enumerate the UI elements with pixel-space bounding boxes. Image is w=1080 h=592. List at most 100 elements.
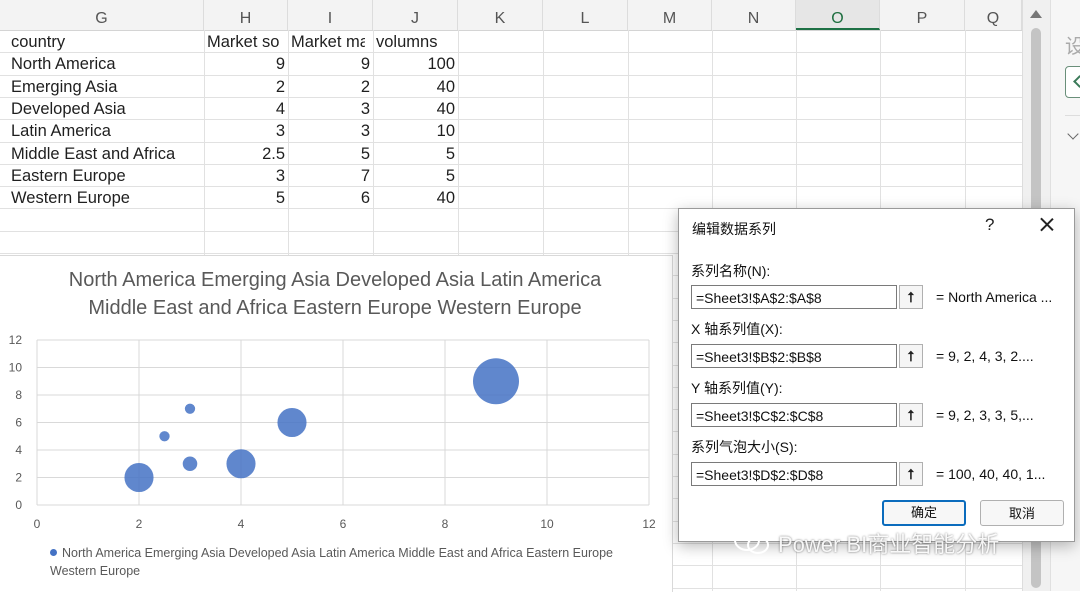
column-header-p[interactable]: P <box>880 0 965 30</box>
y-tick-label: 12 <box>9 333 23 347</box>
table-cell[interactable]: 2 <box>288 76 370 98</box>
table-cell[interactable]: 40 <box>373 187 455 209</box>
bubble-point <box>226 449 256 479</box>
column-header-l[interactable]: L <box>543 0 628 30</box>
x-tick-label: 2 <box>136 517 143 531</box>
y-values-input[interactable]: =Sheet3!$C$2:$C$8 <box>691 403 897 427</box>
table-cell[interactable]: 3 <box>288 120 370 142</box>
chart-plot-area[interactable]: 0 2 4 6 8 10 12 0 2 4 6 8 10 12 <box>0 256 672 592</box>
x-tick-label: 10 <box>540 517 554 531</box>
y-tick-label: 0 <box>15 498 22 512</box>
table-cell[interactable]: Middle East and Africa <box>11 143 204 165</box>
y-tick-label: 6 <box>15 416 22 430</box>
table-cell[interactable]: 2 <box>204 76 285 98</box>
table-cell[interactable]: North America <box>11 53 204 75</box>
bubble-size-input[interactable]: =Sheet3!$D$2:$D$8 <box>691 462 897 486</box>
table-cell[interactable]: 10 <box>373 120 455 142</box>
ok-button[interactable]: 确定 <box>882 500 966 526</box>
cancel-button[interactable]: 取消 <box>980 500 1064 526</box>
column-header-k[interactable]: K <box>458 0 543 30</box>
column-header-n[interactable]: N <box>712 0 796 30</box>
collapse-dialog-icon[interactable]: ⭡ <box>899 403 923 427</box>
table-cell[interactable]: Eastern Europe <box>11 165 204 187</box>
x-tick-label: 4 <box>238 517 245 531</box>
table-cell[interactable]: 100 <box>373 53 455 75</box>
bubble-point <box>184 403 196 414</box>
collapse-dialog-icon[interactable]: ⭡ <box>899 285 923 309</box>
collapse-dialog-icon[interactable]: ⭡ <box>899 344 923 368</box>
bubble-size-preview: = 100, 40, 40, 1... <box>936 466 1046 482</box>
dialog-title: 编辑数据系列 <box>692 221 776 237</box>
x-tick-label: 8 <box>442 517 449 531</box>
column-header-bar: GHIJKLMNOPQ <box>0 0 1022 31</box>
help-button[interactable]: ? <box>985 215 994 235</box>
y-values-label: Y 轴系列值(Y): <box>691 380 783 396</box>
table-cell[interactable]: Latin America <box>11 120 204 142</box>
bubble-point <box>182 456 198 472</box>
column-header-m[interactable]: M <box>628 0 712 30</box>
series-name-input[interactable]: =Sheet3!$A$2:$A$8 <box>691 285 897 309</box>
table-cell[interactable]: 3 <box>204 120 285 142</box>
dialog-titlebar[interactable]: 编辑数据系列 ? <box>679 209 1074 247</box>
table-cell[interactable]: Western Europe <box>11 187 204 209</box>
y-tick-label: 4 <box>15 443 22 457</box>
collapse-dialog-icon[interactable]: ⭡ <box>899 462 923 486</box>
x-tick-label: 6 <box>340 517 347 531</box>
table-cell[interactable]: 3 <box>288 98 370 120</box>
table-cell[interactable]: 6 <box>288 187 370 209</box>
header-cell[interactable]: volumns <box>376 31 450 53</box>
scroll-up-arrow-icon[interactable] <box>1030 10 1042 18</box>
series-name-preview: = North America ... <box>936 289 1053 305</box>
close-icon[interactable] <box>1035 213 1059 237</box>
chevron-down-icon[interactable] <box>1067 128 1079 140</box>
table-cell[interactable]: 3 <box>204 165 285 187</box>
edit-series-dialog: 编辑数据系列 ? 系列名称(N): =Sheet3!$A$2:$A$8 ⭡ = … <box>678 208 1075 542</box>
bubble-point <box>277 407 307 438</box>
table-cell[interactable]: 5 <box>373 143 455 165</box>
table-cell[interactable]: 9 <box>288 53 370 75</box>
bubble-point <box>473 358 519 405</box>
table-cell[interactable]: 4 <box>204 98 285 120</box>
column-header-h[interactable]: H <box>204 0 288 30</box>
side-panel-back-button[interactable] <box>1065 66 1080 98</box>
side-panel-title: 设 <box>1065 30 1080 59</box>
x-tick-label: 0 <box>34 517 41 531</box>
bubble-point <box>124 462 154 493</box>
table-cell[interactable]: 40 <box>373 98 455 120</box>
table-cell[interactable]: 5 <box>204 187 285 209</box>
y-tick-label: 10 <box>9 361 23 375</box>
bubble-point <box>159 431 170 442</box>
legend-entry: North America Emerging Asia Developed As… <box>50 546 613 578</box>
table-cell[interactable]: 5 <box>288 143 370 165</box>
x-values-preview: = 9, 2, 4, 3, 2.... <box>936 348 1034 364</box>
series-name-label: 系列名称(N): <box>691 263 771 279</box>
x-values-label: X 轴系列值(X): <box>691 321 783 337</box>
x-tick-label: 12 <box>642 517 656 531</box>
header-cell[interactable]: Market sop <box>207 31 280 53</box>
table-cell[interactable]: 40 <box>373 76 455 98</box>
column-header-q[interactable]: Q <box>965 0 1022 30</box>
table-cell[interactable]: 9 <box>204 53 285 75</box>
column-header-o[interactable]: O <box>796 0 880 30</box>
table-cell[interactable]: Emerging Asia <box>11 76 204 98</box>
chart-legend[interactable]: North America Emerging Asia Developed As… <box>50 544 650 580</box>
y-tick-label: 2 <box>15 471 22 485</box>
legend-marker-icon <box>50 549 57 556</box>
table-cell[interactable]: Developed Asia <box>11 98 204 120</box>
header-cell[interactable]: country <box>11 31 204 53</box>
column-header-g[interactable]: G <box>0 0 204 30</box>
x-values-input[interactable]: =Sheet3!$B$2:$B$8 <box>691 344 897 368</box>
table-cell[interactable]: 5 <box>373 165 455 187</box>
y-values-preview: = 9, 2, 3, 3, 5,... <box>936 407 1034 423</box>
header-cell[interactable]: Market ma <box>291 31 365 53</box>
y-tick-label: 8 <box>15 388 22 402</box>
bubble-size-label: 系列气泡大小(S): <box>691 439 798 455</box>
wechat-logo-icon <box>734 529 769 554</box>
column-header-j[interactable]: J <box>373 0 458 30</box>
bubble-chart[interactable]: North America Emerging Asia Developed As… <box>0 255 673 592</box>
column-header-i[interactable]: I <box>288 0 373 30</box>
table-cell[interactable]: 2.5 <box>204 143 285 165</box>
table-cell[interactable]: 7 <box>288 165 370 187</box>
side-panel-divider <box>1065 115 1080 116</box>
watermark-text: Power BI商业智能分析 <box>778 532 1000 557</box>
